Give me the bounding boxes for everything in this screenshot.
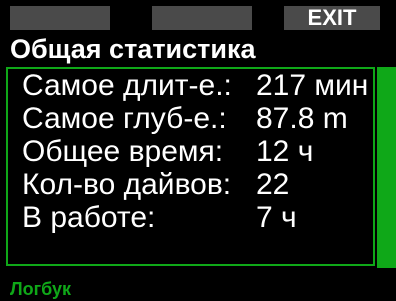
stat-label-longest-dive: Самое длит-е.: [22,69,232,102]
stat-label-deepest-dive: Самое глуб-е.: [22,102,227,135]
logbook-label: Логбук [10,279,72,299]
stat-value-deepest-dive: 87.8 m [256,102,348,135]
stat-value-total-time: 12 ч [256,135,314,168]
stat-value-longest-dive: 217 мин [256,69,369,102]
stat-value-dive-count: 22 [256,168,290,201]
exit-button[interactable]: EXIT [284,6,380,30]
stat-label-total-time: Общее время: [22,135,224,168]
softkey-left-button[interactable] [10,6,110,30]
stat-label-operating-time: В работе: [22,201,156,234]
page-title: Общая статистика [10,34,256,64]
scrollbar[interactable] [377,67,396,268]
softkey-middle-button[interactable] [152,6,252,30]
stat-label-dive-count: Кол-во дайвов: [22,168,232,201]
stat-value-operating-time: 7 ч [256,201,297,234]
